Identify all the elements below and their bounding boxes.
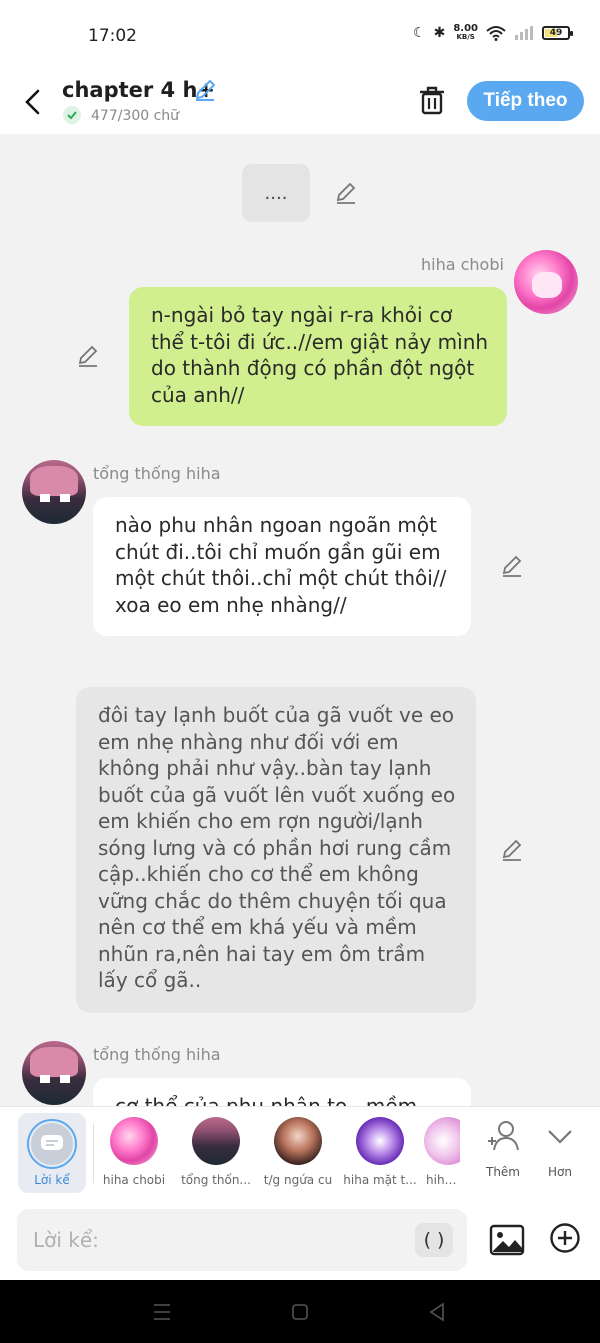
- more-button[interactable]: Hơn: [535, 1119, 585, 1179]
- message-feed[interactable]: .... hiha chobi n-ngài bỏ tay ngài r-ra …: [0, 134, 600, 1106]
- message-bubble[interactable]: nào phu nhân ngoan ngoãn một chút đi..tô…: [93, 497, 471, 636]
- title-edit-icon[interactable]: [192, 77, 218, 103]
- narration-bubble[interactable]: đôi tay lạnh buốt của gã vuốt ve eo em n…: [76, 687, 476, 1013]
- character-item[interactable]: t/g ngứa cu: [258, 1115, 338, 1187]
- status-icons: ☾ ✱ 8.00 KB/S 49: [413, 23, 573, 42]
- chevron-down-icon: [548, 1130, 572, 1144]
- next-button[interactable]: Tiếp theo: [467, 81, 584, 121]
- back-button[interactable]: [18, 82, 48, 122]
- status-bar: 17:02 ☾ ✱ 8.00 KB/S 49: [0, 0, 600, 72]
- menu-icon[interactable]: [150, 1300, 174, 1324]
- avatar[interactable]: [22, 1041, 86, 1105]
- edit-icon[interactable]: [75, 343, 101, 369]
- avatar[interactable]: [22, 460, 86, 524]
- edit-icon[interactable]: [499, 837, 525, 863]
- network-speed: 8.00 KB/S: [453, 23, 478, 42]
- header: chapter 4 h+ 477/300 chữ Tiếp theo: [0, 72, 600, 134]
- avatar: [274, 1117, 322, 1165]
- message-bubble[interactable]: n-ngài bỏ tay ngài r-ra khỏi cơ thể t-tô…: [129, 287, 507, 426]
- home-icon[interactable]: [288, 1300, 312, 1324]
- trash-icon[interactable]: [416, 84, 448, 116]
- signal-icon: [515, 26, 533, 40]
- input-row: ( ): [0, 1200, 600, 1280]
- wifi-icon: [486, 26, 506, 41]
- edit-icon[interactable]: [499, 553, 525, 579]
- character-bar: Lời kể hiha chobi tổng thốn... t/g ngứa …: [0, 1106, 600, 1200]
- narrator-label: Lời kể: [34, 1173, 70, 1187]
- avatar: [110, 1117, 158, 1165]
- note-bubble[interactable]: ....: [242, 164, 310, 222]
- word-count: 477/300 chữ: [91, 108, 180, 124]
- avatar: [192, 1117, 240, 1165]
- avatar: [356, 1117, 404, 1165]
- moon-icon: ☾: [413, 25, 426, 41]
- back-nav-icon[interactable]: [425, 1300, 449, 1324]
- message-bubble[interactable]: cơ thể của phu nhân to...mềm: [93, 1078, 471, 1106]
- message-icon: [41, 1135, 63, 1150]
- sender-name: tổng thống hiha: [93, 1045, 221, 1064]
- image-icon[interactable]: [489, 1222, 525, 1258]
- check-icon: [63, 106, 81, 124]
- character-item[interactable]: hiha chobi: [94, 1115, 174, 1187]
- sender-name: hiha chobi: [421, 255, 504, 274]
- narration-input[interactable]: [17, 1209, 467, 1271]
- character-item[interactable]: hiha mặt t...: [340, 1115, 420, 1187]
- add-icon[interactable]: [549, 1222, 581, 1254]
- system-nav-bar: [0, 1280, 600, 1343]
- edit-icon[interactable]: [333, 180, 359, 206]
- battery-icon: 49: [542, 26, 573, 40]
- add-character-button[interactable]: Thêm: [478, 1119, 528, 1179]
- status-time: 17:02: [88, 26, 137, 46]
- sender-name: tổng thống hiha: [93, 464, 221, 483]
- chevron-left-icon: [25, 89, 40, 115]
- narrator-tab[interactable]: Lời kể: [18, 1113, 86, 1193]
- add-person-icon: [488, 1121, 519, 1151]
- parenthesis-button[interactable]: ( ): [415, 1223, 453, 1257]
- avatar[interactable]: [514, 250, 578, 314]
- bluetooth-icon: ✱: [433, 25, 446, 41]
- character-item[interactable]: hiha k: [420, 1115, 460, 1187]
- avatar: [424, 1117, 460, 1165]
- character-item[interactable]: tổng thốn...: [176, 1115, 256, 1187]
